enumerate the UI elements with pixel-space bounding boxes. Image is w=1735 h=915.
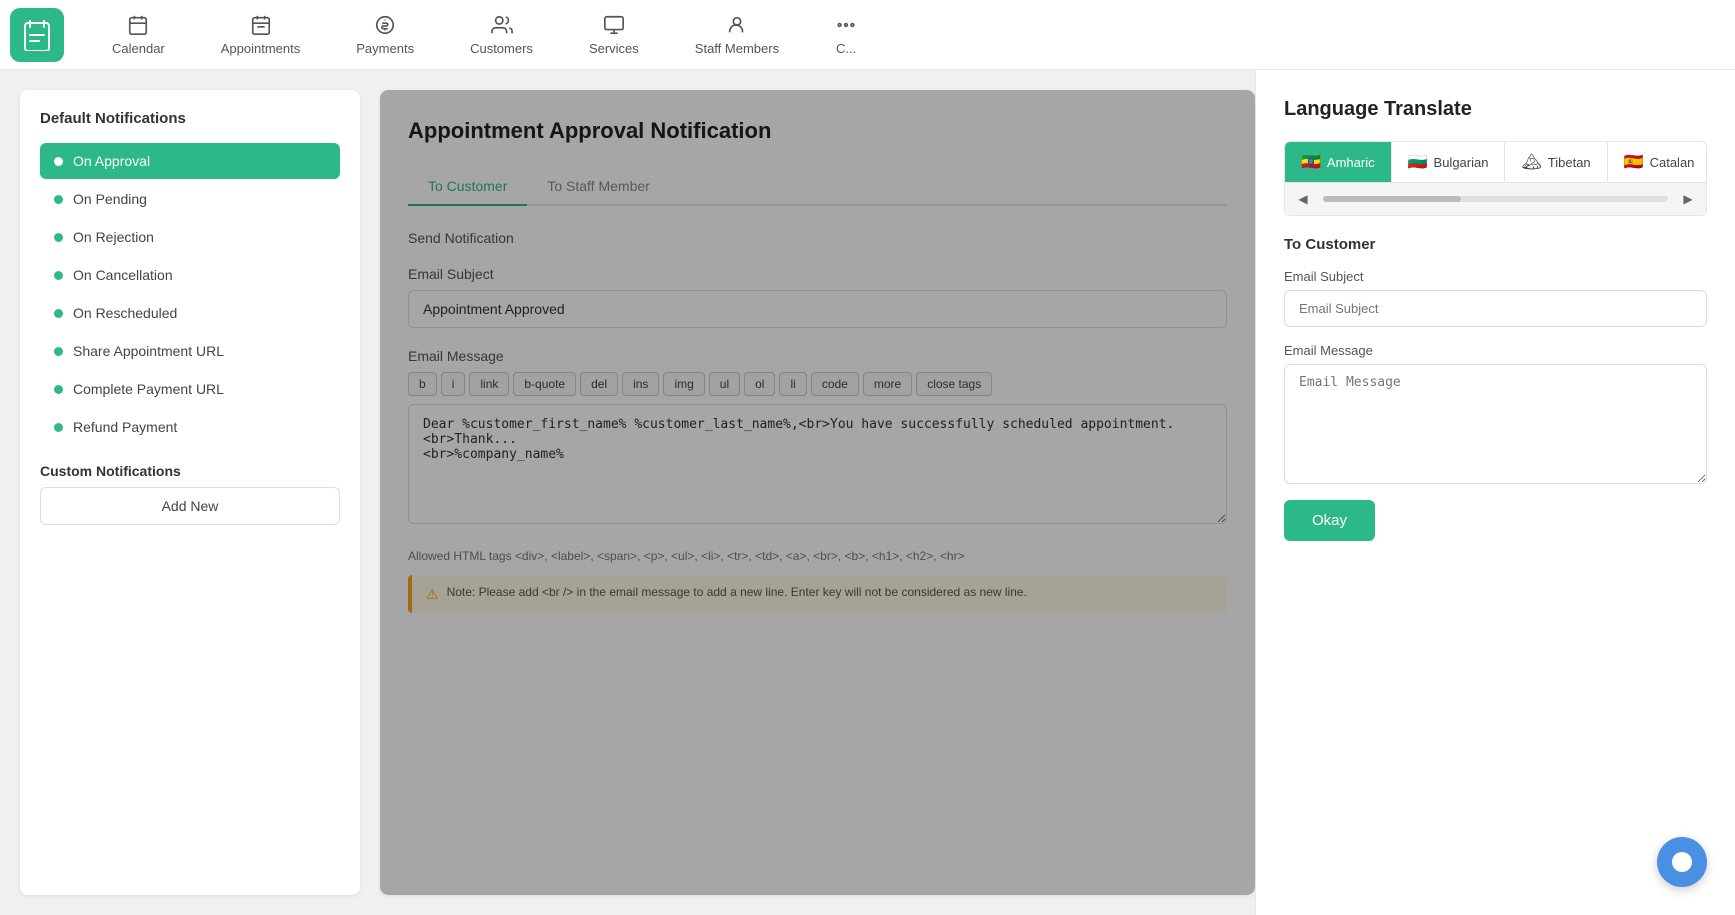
language-tabs-wrapper: 🇪🇹 Amharic 🇧🇬 Bulgarian 🏔 Tibetan 🇪🇸 Cat… (1284, 141, 1707, 216)
lang-tab-tibetan[interactable]: 🏔 Tibetan (1505, 142, 1607, 182)
dot (54, 423, 63, 432)
sidebar-item-refund-payment[interactable]: Refund Payment (40, 409, 340, 445)
nav-item-services[interactable]: Services (561, 0, 667, 70)
scroll-left-arrow[interactable]: ◀ (1293, 189, 1313, 209)
lang-scrollbar-row: ◀ ▶ (1285, 182, 1706, 215)
scroll-right-arrow[interactable]: ▶ (1678, 189, 1698, 209)
nav-item-staff-members[interactable]: Staff Members (667, 0, 807, 70)
center-content: Appointment Approval Notification To Cus… (380, 90, 1255, 895)
email-message-field-label: Email Message (1284, 343, 1707, 358)
amharic-flag: 🇪🇹 (1301, 152, 1321, 172)
to-customer-heading: To Customer (1284, 236, 1707, 253)
active-dot (54, 157, 63, 166)
dot (54, 233, 63, 242)
nav-item-appointments[interactable]: Appointments (193, 0, 329, 70)
language-tabs-row: 🇪🇹 Amharic 🇧🇬 Bulgarian 🏔 Tibetan 🇪🇸 Cat… (1285, 142, 1706, 182)
email-message-translate-textarea[interactable] (1284, 364, 1707, 484)
sidebar-item-on-rescheduled[interactable]: On Rescheduled (40, 295, 340, 331)
sidebar-item-on-approval[interactable]: On Approval (40, 143, 340, 179)
sidebar-item-complete-payment-url[interactable]: Complete Payment URL (40, 371, 340, 407)
okay-button[interactable]: Okay (1284, 500, 1375, 541)
sidebar-item-on-rejection[interactable]: On Rejection (40, 219, 340, 255)
floating-help-button[interactable] (1657, 837, 1707, 887)
dot (54, 385, 63, 394)
custom-notifications-label: Custom Notifications (40, 463, 340, 479)
nav-item-calendar[interactable]: Calendar (84, 0, 193, 70)
add-new-button[interactable]: Add New (40, 487, 340, 525)
sidebar-item-on-cancellation[interactable]: On Cancellation (40, 257, 340, 293)
top-navigation: Calendar Appointments Payments Customers… (0, 0, 1735, 70)
language-translate-panel: Language Translate 🇪🇹 Amharic 🇧🇬 Bulgari… (1255, 70, 1735, 915)
sidebar-item-on-pending[interactable]: On Pending (40, 181, 340, 217)
lang-tab-amharic[interactable]: 🇪🇹 Amharic (1285, 142, 1392, 182)
dot (54, 271, 63, 280)
dot (54, 309, 63, 318)
dot (54, 347, 63, 356)
lang-tab-catalan[interactable]: 🇪🇸 Catalan (1608, 142, 1706, 182)
app-logo[interactable] (10, 8, 64, 62)
bulgarian-flag: 🇧🇬 (1408, 152, 1428, 172)
tibetan-flag: 🏔 (1521, 152, 1541, 172)
nav-item-more[interactable]: C... (807, 0, 885, 70)
email-subject-field-label: Email Subject (1284, 269, 1707, 284)
left-sidebar: Default Notifications On Approval On Pen… (20, 90, 360, 895)
sidebar-item-share-appointment-url[interactable]: Share Appointment URL (40, 333, 340, 369)
catalan-flag: 🇪🇸 (1624, 152, 1644, 172)
sidebar-title: Default Notifications (40, 110, 340, 127)
nav-item-customers[interactable]: Customers (442, 0, 561, 70)
overlay-dim (380, 90, 1255, 895)
notification-nav-list: On Approval On Pending On Rejection On C… (40, 143, 340, 445)
email-subject-translate-input[interactable] (1284, 290, 1707, 327)
language-panel-title: Language Translate (1284, 98, 1707, 121)
scrollbar-thumb (1323, 196, 1461, 202)
main-wrapper: Default Notifications On Approval On Pen… (0, 70, 1735, 915)
nav-items: Calendar Appointments Payments Customers… (84, 0, 1725, 70)
scrollbar-track[interactable] (1323, 196, 1668, 202)
dot (54, 195, 63, 204)
nav-item-payments[interactable]: Payments (328, 0, 442, 70)
lang-tab-bulgarian[interactable]: 🇧🇬 Bulgarian (1392, 142, 1506, 182)
